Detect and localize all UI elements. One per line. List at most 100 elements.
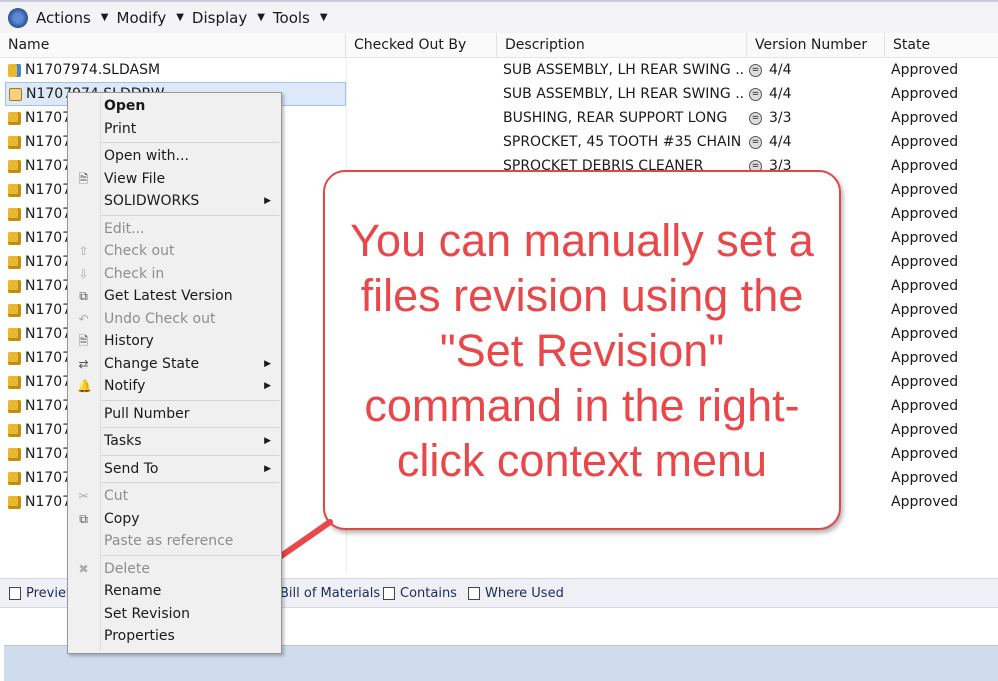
version-status-icon: = <box>749 63 762 77</box>
menu-item-edit[interactable]: Edit... <box>68 218 281 241</box>
menu-separator <box>102 427 279 428</box>
menu-item-label: Edit... <box>104 220 145 237</box>
state: Approved <box>891 110 959 126</box>
menu-label: Modify <box>116 8 167 27</box>
menu-separator <box>102 454 279 456</box>
state: Approved <box>891 62 959 78</box>
menu-item-rename[interactable]: Rename <box>68 580 281 603</box>
col-checked-out-by[interactable]: Checked Out By <box>346 33 497 58</box>
description: SUB ASSEMBLY, LH REAR SWING ... <box>503 86 743 102</box>
view-file-icon: 🗎 <box>78 171 89 186</box>
part-icon <box>8 255 21 269</box>
menu-modify[interactable]: Modify ▼ <box>117 9 184 27</box>
menu-display[interactable]: Display ▼ <box>192 9 265 27</box>
file-name: N1707 <box>25 326 72 342</box>
menu-actions[interactable]: Actions ▼ <box>36 9 109 27</box>
menu-item-notify[interactable]: 🔔 Notify ▶ <box>68 375 281 398</box>
menu-item-check-out[interactable]: ⇧ Check out <box>68 240 281 263</box>
tab-contains[interactable]: Contains <box>383 586 457 601</box>
file-name: N1707 <box>25 374 72 390</box>
file-name: N1707 <box>25 206 72 222</box>
chevron-right-icon: ▶ <box>264 381 271 391</box>
preview-icon <box>9 587 21 600</box>
part-icon <box>8 495 21 509</box>
name-cell[interactable]: N1707974.SLDASM <box>5 58 346 82</box>
menu-tools[interactable]: Tools ▼ <box>273 9 328 27</box>
col-name[interactable]: Name <box>0 33 346 58</box>
menu-item-label: Send To <box>104 460 159 477</box>
state: Approved <box>891 86 959 102</box>
menu-label: Actions <box>36 8 91 27</box>
col-version-number[interactable]: Version Number <box>747 33 885 58</box>
menu-item-undo-check-out[interactable]: ↶ Undo Check out <box>68 308 281 331</box>
part-icon <box>8 375 21 389</box>
menu-separator <box>102 554 279 556</box>
menu-label: Display <box>191 8 248 27</box>
file-name: N1707 <box>25 134 72 150</box>
state: Approved <box>891 134 959 150</box>
state: Approved <box>891 230 959 246</box>
drawing-icon <box>9 87 22 101</box>
state: Approved <box>891 494 959 510</box>
tab-label: Where Used <box>485 586 564 601</box>
where-used-icon <box>468 587 480 600</box>
version-status-icon: = <box>749 87 762 101</box>
menu-item-view-file[interactable]: 🗎 View File <box>68 168 281 191</box>
menu-item-label: Open <box>104 98 146 114</box>
menu-item-change-state[interactable]: ⇄ Change State ▶ <box>68 353 281 376</box>
menu-item-label: Delete <box>104 560 150 577</box>
chevron-right-icon: ▶ <box>264 463 271 474</box>
state: Approved <box>891 350 959 366</box>
part-icon <box>8 399 21 413</box>
part-icon <box>8 471 21 485</box>
menu-item-label: SOLIDWORKS <box>104 193 200 209</box>
menu-item-open[interactable]: Open <box>68 95 281 118</box>
part-icon <box>8 111 21 125</box>
menu-item-tasks[interactable]: Tasks ▶ <box>68 430 281 453</box>
file-name: N1707 <box>25 350 72 366</box>
menu-separator <box>102 142 279 143</box>
file-name: N1707 <box>25 470 72 486</box>
menu-item-delete[interactable]: ✖ Delete <box>68 558 281 581</box>
caret-down-icon: ▼ <box>257 12 265 23</box>
tab-label: Contains <box>400 586 457 601</box>
part-icon <box>8 447 21 461</box>
menu-item-check-in[interactable]: ⇩ Check in <box>68 263 281 286</box>
menu-item-open-with[interactable]: Open with... <box>68 145 281 168</box>
menu-item-copy[interactable]: ⧉ Copy <box>68 508 281 531</box>
toolbar: Actions ▼ Modify ▼ Display ▼ Tools ▼ <box>0 0 998 33</box>
undo-icon: ↶ <box>78 311 89 326</box>
menu-item-label: Get Latest Version <box>104 288 233 304</box>
caret-down-icon: ▼ <box>100 12 109 23</box>
chevron-right-icon: ▶ <box>264 358 271 369</box>
col-state[interactable]: State <box>885 33 998 58</box>
menu-item-set-revision[interactable]: Set Revision <box>68 603 281 626</box>
menu-item-print[interactable]: Print <box>68 118 281 141</box>
menu-item-send-to[interactable]: Send To ▶ <box>68 458 281 481</box>
delete-icon: ✖ <box>78 561 89 576</box>
tab-where-used[interactable]: Where Used <box>468 586 564 601</box>
menu-item-paste-as-reference[interactable]: Paste as reference <box>68 530 281 553</box>
menu-item-label: Check out <box>104 243 175 259</box>
menu-item-properties[interactable]: Properties <box>68 625 281 648</box>
menu-item-label: Cut <box>104 488 129 504</box>
state: Approved <box>891 182 959 198</box>
state: Approved <box>891 278 959 294</box>
col-description[interactable]: Description <box>497 33 747 58</box>
menu-item-label: Properties <box>104 628 175 644</box>
table-row[interactable]: N1707974.SLDASM SUB ASSEMBLY, LH REAR SWI… <box>0 58 998 82</box>
part-icon <box>8 423 21 437</box>
description: BUSHING, REAR SUPPORT LONG <box>503 110 728 126</box>
menu-item-pull-number[interactable]: Pull Number <box>68 403 281 426</box>
assembly-icon <box>8 63 21 77</box>
menu-item-label: Print <box>104 120 137 137</box>
file-name: N1707 <box>25 182 72 198</box>
state: Approved <box>891 206 959 222</box>
menu-item-label: History <box>104 333 154 349</box>
menu-item-cut[interactable]: ✂ Cut <box>68 485 281 508</box>
menu-item-get-latest-version[interactable]: ⧉ Get Latest Version <box>68 285 281 308</box>
menu-item-history[interactable]: 🗎 History <box>68 330 281 353</box>
refresh-icon[interactable] <box>8 7 28 28</box>
menu-item-solidworks[interactable]: SOLIDWORKS ▶ <box>68 190 281 213</box>
menu-item-label: Copy <box>104 510 140 527</box>
